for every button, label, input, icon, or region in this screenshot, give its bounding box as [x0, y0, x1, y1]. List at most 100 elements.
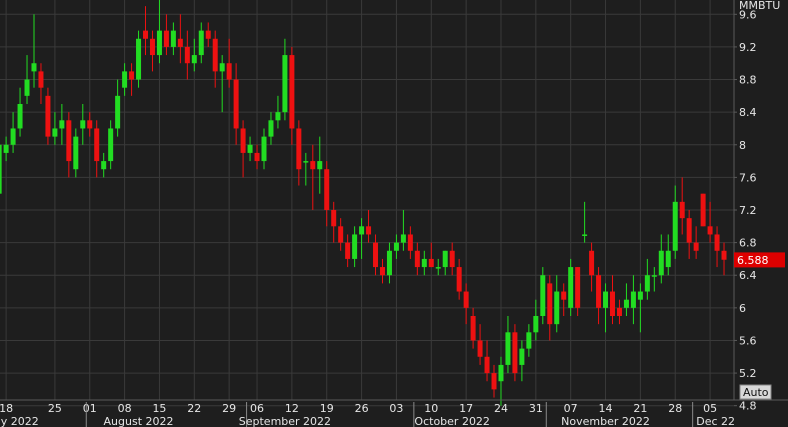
candlestick-chart: MMBTU 4.85.25.666.46.87.27.688.48.89.29.…	[0, 0, 788, 427]
candle-body	[129, 71, 135, 80]
candle-body	[721, 250, 727, 260]
price-tick-label: 4.8	[739, 400, 757, 413]
candle-body	[477, 340, 483, 357]
candle-body	[498, 364, 504, 382]
date-tick-label: 28	[668, 402, 682, 415]
candle	[568, 258, 574, 316]
date-tick-label: 15	[152, 402, 166, 415]
candle	[0, 144, 2, 194]
month-label: Dec 22	[696, 415, 735, 427]
candle-body	[589, 250, 595, 276]
candle-body	[226, 63, 232, 80]
candle-body	[442, 250, 448, 268]
candle-body	[73, 136, 79, 170]
month-label: September 2022	[239, 415, 331, 427]
candle-body	[428, 258, 434, 268]
candle-body	[122, 71, 128, 88]
candle-body	[170, 30, 176, 47]
date-tick-label: 14	[599, 402, 613, 415]
candle-body	[700, 193, 706, 227]
candle-body	[163, 30, 169, 47]
candle-body	[143, 30, 149, 39]
candle-body	[254, 152, 260, 162]
month-label: October 2022	[414, 415, 490, 427]
date-tick-label: 26	[355, 402, 369, 415]
candle-body	[24, 79, 30, 96]
candle-body	[463, 291, 469, 308]
candle-body	[87, 120, 93, 129]
month-label: November 2022	[561, 415, 650, 427]
candle-body	[644, 275, 650, 292]
candle	[136, 30, 142, 88]
date-tick-label: 03	[389, 402, 403, 415]
candle-body	[526, 332, 532, 349]
month-label: August 2022	[104, 415, 174, 427]
candle-body	[616, 307, 622, 316]
candle-body	[512, 332, 518, 374]
candle-body	[115, 95, 121, 129]
candle	[512, 324, 518, 382]
candle-body	[233, 79, 239, 129]
date-tick-label: 21	[633, 402, 647, 415]
chart-background	[0, 0, 788, 427]
date-tick-label: 17	[459, 402, 473, 415]
candle-body	[261, 136, 267, 162]
date-tick-label: 24	[494, 402, 508, 415]
candle-body	[561, 291, 567, 300]
date-tick-label: 22	[187, 402, 201, 415]
candle-body	[80, 120, 86, 129]
candle-body	[386, 250, 392, 276]
candle-body	[317, 161, 323, 170]
candle-body	[331, 210, 337, 227]
candle-body	[240, 128, 246, 153]
price-tick-label: 5.6	[739, 334, 757, 347]
candle-body	[296, 128, 302, 170]
candle-body	[289, 55, 295, 129]
candle-body	[658, 250, 664, 276]
candle-body	[38, 71, 44, 88]
date-tick-label: 07	[564, 402, 578, 415]
candle-body	[359, 226, 365, 235]
candle-body	[324, 169, 330, 210]
candle-body	[0, 144, 2, 194]
candle-body	[205, 30, 211, 39]
last-price-tag: 6.588	[734, 252, 785, 268]
candle-body	[568, 267, 574, 308]
candle-body	[672, 201, 678, 251]
date-tick-label: 19	[320, 402, 334, 415]
date-tick-label: 05	[703, 402, 717, 415]
candle-body	[603, 291, 609, 308]
price-tick-label: 6	[739, 302, 746, 315]
candle-body	[282, 55, 288, 113]
candle	[45, 87, 51, 145]
candle-body	[414, 250, 420, 268]
candle-body	[665, 250, 671, 268]
price-tick-label: 7.6	[739, 171, 757, 184]
candle-body	[338, 226, 344, 243]
candle-body	[421, 258, 427, 268]
candle-body	[610, 291, 615, 316]
date-tick-label: 06	[250, 402, 264, 415]
candle-body	[52, 128, 58, 137]
candle-body	[352, 234, 358, 259]
candle-body	[247, 144, 253, 153]
candle	[700, 193, 706, 227]
date-tick-label: 10	[424, 402, 438, 415]
date-tick-label: 18	[0, 402, 13, 415]
candle-body	[435, 267, 441, 269]
candle-body	[45, 95, 51, 137]
candle-body	[519, 348, 525, 365]
candle-body	[533, 316, 539, 333]
candle-body	[393, 242, 399, 251]
candle	[540, 267, 546, 325]
price-tick-label: 6.4	[739, 269, 757, 282]
candle-body	[505, 332, 511, 365]
candle-body	[219, 63, 225, 72]
autoscale-button[interactable]: Auto	[739, 384, 772, 400]
candle-body	[212, 38, 218, 72]
autoscale-button-label[interactable]: Auto	[743, 386, 769, 399]
candle-body	[582, 234, 588, 236]
candle-body	[547, 283, 553, 325]
candle-body	[651, 275, 657, 277]
candle-body	[3, 144, 9, 153]
